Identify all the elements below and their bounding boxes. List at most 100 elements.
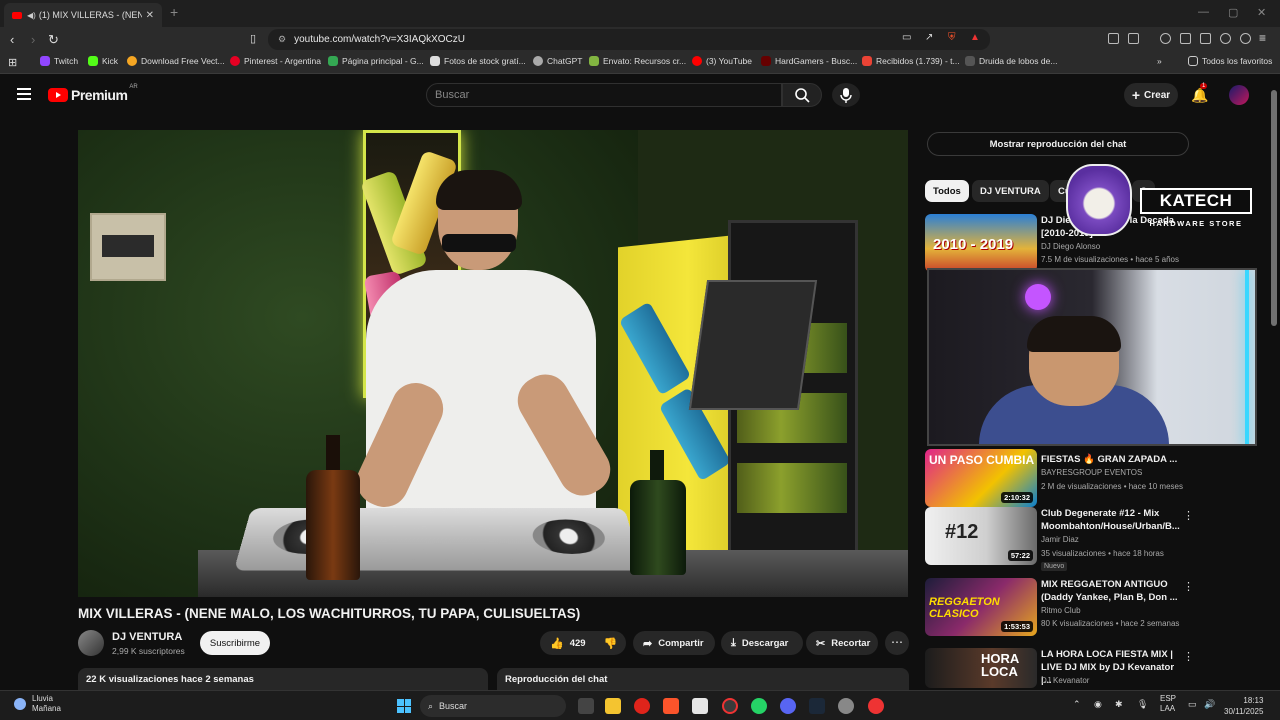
microphone-tray-icon[interactable]: 🎙 (1137, 699, 1148, 710)
youtube-header: Premium AR Buscar + Crear 🔔 1 (0, 75, 1280, 117)
weather-widget[interactable]: Lluvia Mañana (14, 694, 61, 714)
reload-icon[interactable]: ↻ (48, 32, 59, 48)
site-settings-icon[interactable]: ⚙ (278, 34, 286, 45)
bookmark-item[interactable]: Download Free Vect... (127, 56, 225, 66)
new-tab-icon[interactable]: + (170, 4, 178, 20)
account-avatar[interactable] (1229, 85, 1249, 105)
leo-icon[interactable] (1220, 33, 1231, 44)
settings-gear-icon[interactable] (838, 698, 854, 714)
close-tab-icon[interactable]: ✕ (146, 10, 154, 21)
channel-avatar[interactable] (78, 630, 104, 656)
tray-app-icon[interactable]: ◉ (1094, 699, 1102, 710)
related-video[interactable]: REGGAETON CLASICO 1:53:53 MIX REGGAETON … (925, 578, 1265, 636)
bookmark-item[interactable]: Página principal - G... (328, 56, 424, 66)
vpn-icon[interactable] (1240, 33, 1251, 44)
subscribe-button[interactable]: Suscribirme (200, 631, 270, 655)
search-input[interactable]: Buscar (426, 83, 782, 107)
steam-icon[interactable] (809, 698, 825, 714)
maximize-icon[interactable]: ▢ (1228, 6, 1238, 19)
folder-icon (1188, 56, 1198, 66)
extension-icon[interactable] (1108, 33, 1119, 44)
download-label: Descargar (741, 637, 789, 649)
opera-icon[interactable] (634, 698, 650, 714)
cast-icon[interactable]: ▭ (902, 32, 911, 43)
voice-search-button[interactable] (832, 83, 860, 107)
task-view-icon[interactable] (578, 698, 594, 714)
show-hidden-icons[interactable]: ⌃ (1073, 699, 1081, 710)
capcut-icon[interactable] (692, 698, 708, 714)
rewards-icon[interactable]: ▲ (970, 32, 980, 43)
share-button[interactable]: ➦ Compartir (633, 631, 715, 655)
back-icon[interactable]: ‹ (10, 32, 14, 47)
bookmark-item[interactable]: Envato: Recursos cr... (589, 56, 686, 66)
bookmark-item[interactable]: Fotos de stock gratí... (430, 56, 526, 66)
page-scrollbar[interactable] (1271, 90, 1277, 326)
bookmark-item[interactable]: Pinterest - Argentina (230, 56, 321, 66)
hamburger-menu-icon[interactable] (17, 88, 31, 103)
apps-grid-icon[interactable]: ⊞ (8, 56, 17, 69)
forward-icon[interactable]: › (31, 32, 35, 47)
more-actions-icon[interactable]: ⋯ (885, 631, 909, 655)
bookmark-item[interactable]: Druida de lobos de... (965, 56, 1057, 66)
webcam-neon-strip (1245, 270, 1249, 444)
volume-icon[interactable]: 🔊 (1204, 699, 1215, 710)
whatsapp-icon[interactable] (751, 698, 767, 714)
like-icon[interactable]: 👍 (550, 637, 564, 650)
bookmark-item[interactable]: HardGamers - Busc... (761, 56, 857, 66)
channel-name[interactable]: DJ VENTURA (112, 631, 182, 643)
reader-icon[interactable] (1128, 33, 1139, 44)
discord-icon[interactable] (780, 698, 796, 714)
wallet-icon[interactable] (1200, 33, 1211, 44)
show-chat-replay-button[interactable]: Mostrar reproducción del chat (927, 132, 1189, 156)
bookmark-item[interactable]: Kick (88, 56, 118, 66)
browser-tab[interactable]: ◀) (1) MIX VILLERAS - (NENE MA ✕ (4, 3, 162, 27)
youtube-premium-logo[interactable]: Premium AR (48, 84, 138, 103)
video-player[interactable] (78, 130, 908, 597)
chatgpt-icon (533, 56, 543, 66)
system-clock[interactable]: 18:13 30/11/2025 (1224, 695, 1263, 717)
network-icon[interactable]: ▭ (1188, 699, 1197, 710)
minimize-icon[interactable]: — (1198, 6, 1209, 18)
bookmark-item[interactable]: ChatGPT (533, 56, 582, 66)
music-icon[interactable] (1160, 33, 1171, 44)
bookmark-icon[interactable]: ▯ (250, 32, 256, 45)
create-button[interactable]: + Crear (1124, 83, 1178, 107)
video-thumbnail: UN PASO CUMBIA 2:10:32 (925, 449, 1037, 507)
more-bookmarks-icon[interactable]: » (1157, 56, 1162, 66)
brave-icon[interactable] (663, 698, 679, 714)
more-options-icon[interactable]: ⋮ (1183, 650, 1194, 663)
more-options-icon[interactable]: ⋮ (1183, 509, 1194, 522)
bookmark-item[interactable]: Twitch (40, 56, 78, 66)
search-button[interactable] (782, 83, 822, 107)
language-indicator[interactable]: ESP LAA (1160, 694, 1176, 714)
description-box[interactable]: 22 K visualizaciones hace 2 semanas (78, 668, 488, 690)
clip-button[interactable]: ✂ Recortar (806, 631, 878, 655)
bookmark-item[interactable]: (3) YouTube (692, 56, 752, 66)
related-video[interactable]: UN PASO CUMBIA 2:10:32 FIESTAS 🔥 GRAN ZA… (925, 449, 1265, 507)
bookmark-item[interactable]: Recibidos (1.739) - t... (862, 56, 960, 66)
url-field[interactable]: ⚙ youtube.com/watch?v=X3IAQkXOCzU (268, 29, 990, 50)
windows-start-icon[interactable] (397, 699, 411, 713)
brave-shield-icon[interactable]: ⛨ (948, 32, 956, 43)
file-explorer-icon[interactable] (605, 698, 621, 714)
app-icon[interactable] (868, 698, 884, 714)
menu-icon[interactable]: ≡ (1259, 31, 1266, 45)
like-count[interactable]: 429 (570, 638, 586, 649)
chat-replay-panel[interactable]: Reproducción del chat (497, 668, 909, 690)
obs-icon[interactable] (722, 698, 738, 714)
chip-todos[interactable]: Todos (925, 180, 969, 202)
related-video[interactable]: #12 57:22 Club Degenerate #12 - Mix Moom… (925, 507, 1265, 571)
related-video[interactable]: HORA LOCA LA HORA LOCA FIESTA MIX | LIVE… (925, 648, 1265, 688)
download-button[interactable]: ⤓ Descargar (721, 631, 803, 655)
youtube-logo-icon (48, 88, 68, 102)
all-favorites-folder[interactable]: Todos los favoritos (1188, 56, 1272, 66)
share-page-icon[interactable]: ↗ (925, 32, 933, 43)
sidebar-icon[interactable] (1180, 33, 1191, 44)
chip-dj-ventura[interactable]: DJ VENTURA (972, 180, 1049, 202)
taskbar-search[interactable]: ⌕ Buscar (420, 695, 566, 717)
close-window-icon[interactable]: ✕ (1257, 6, 1266, 19)
dislike-icon[interactable]: 👎 (604, 637, 618, 650)
bluetooth-icon[interactable]: ✱ (1115, 699, 1123, 710)
notifications-bell-icon[interactable]: 🔔 1 (1191, 83, 1208, 104)
more-options-icon[interactable]: ⋮ (1183, 580, 1194, 593)
